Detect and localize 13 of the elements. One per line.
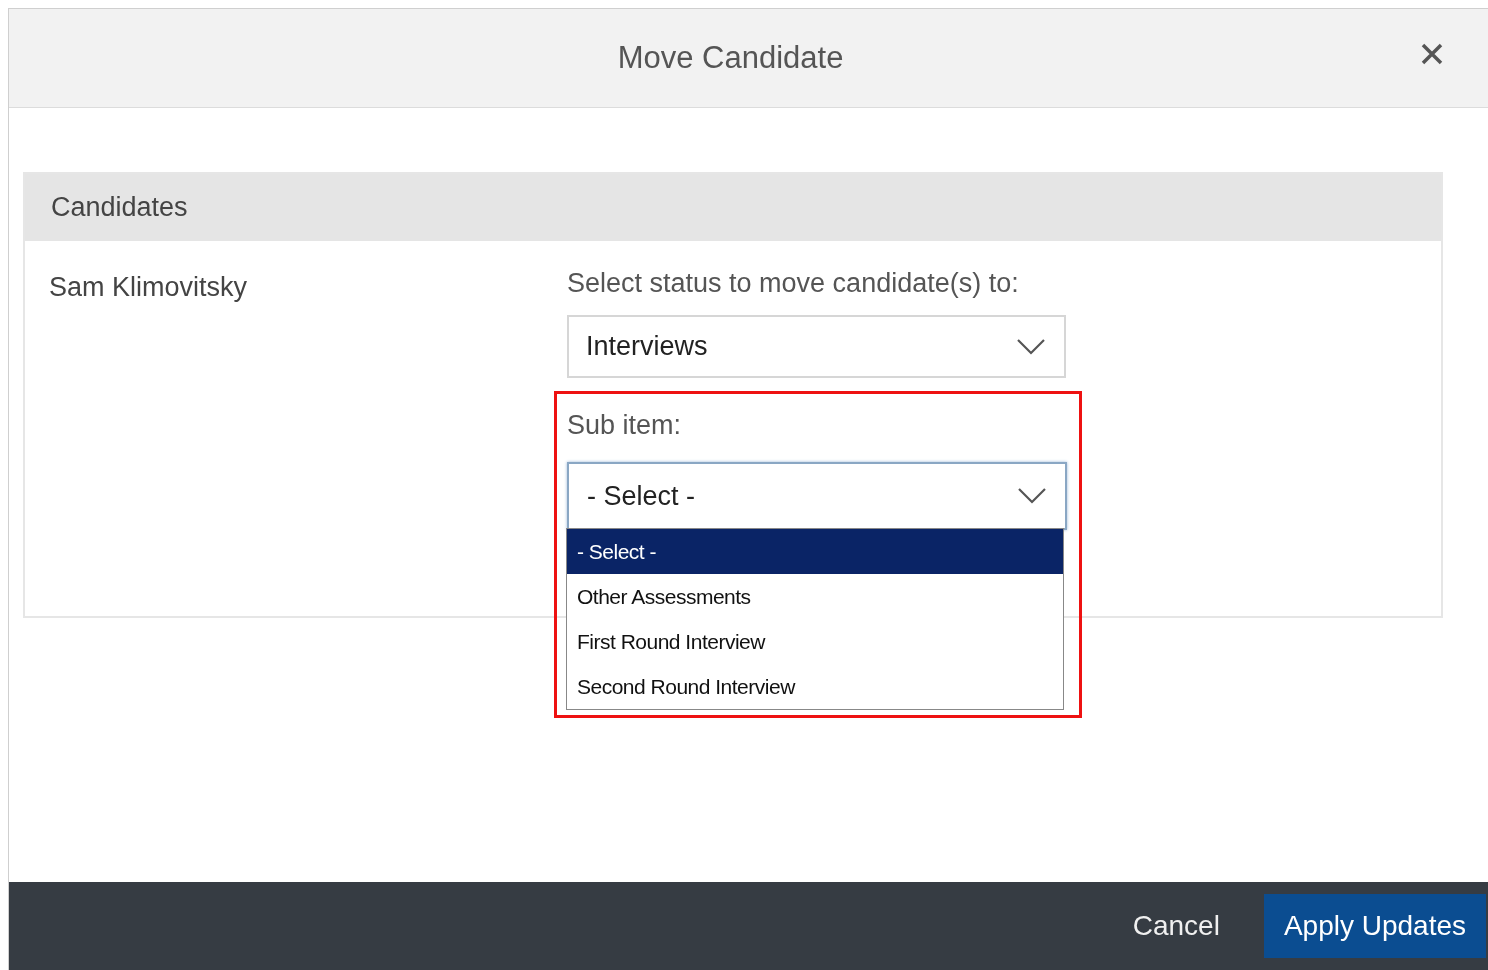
sub-item-select[interactable]: - Select - [567,462,1067,530]
dropdown-option[interactable]: - Select - [567,529,1063,574]
panel-title: Candidates [51,191,188,225]
cancel-button[interactable]: Cancel [1132,894,1220,958]
chevron-down-icon [1016,337,1046,356]
close-icon [1420,42,1444,66]
apply-button[interactable]: Apply Updates [1263,894,1486,958]
candidate-name: Sam Klimovitsky [49,272,248,302]
field-label: Select status to move candidate(s) to: [567,267,1020,299]
field-label: Sub item: [567,409,683,441]
status-select[interactable]: Interviews [567,315,1066,378]
dialog-title: Move Candidate [617,38,844,77]
chevron-down-icon [1017,487,1047,505]
